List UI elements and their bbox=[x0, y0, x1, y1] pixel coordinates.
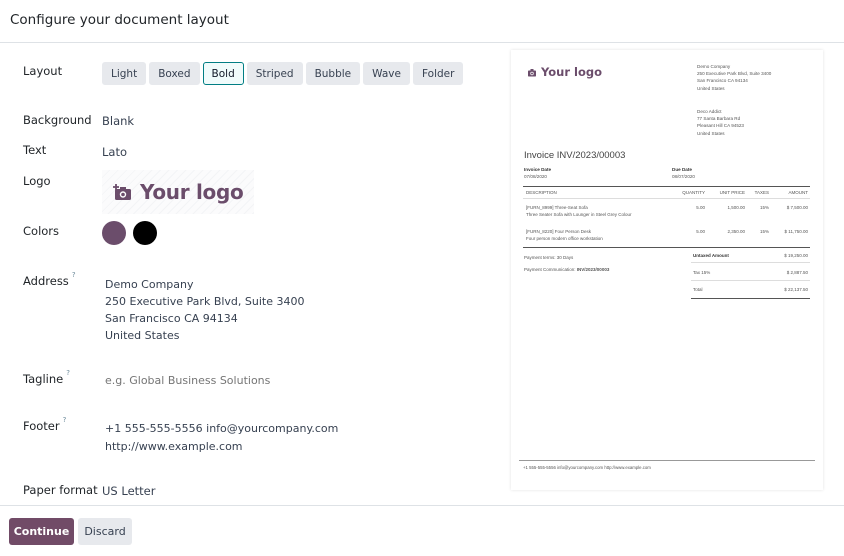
dialog-footer: Continue Discard bbox=[0, 505, 844, 556]
paper-format-label: Paper format bbox=[23, 483, 98, 497]
column-header: QUANTITY bbox=[682, 190, 705, 195]
address-line: San Francisco CA 94134 bbox=[105, 312, 238, 325]
layout-form: Layout Light Boxed Bold Striped Bubble W… bbox=[0, 43, 500, 505]
continue-button[interactable]: Continue bbox=[9, 518, 74, 545]
footer-rule bbox=[519, 460, 815, 461]
totals-value: $ 19,250.00 bbox=[784, 253, 808, 258]
footer-line: +1 555-555-5556 info@yourcompany.com bbox=[105, 422, 339, 435]
address-line: United States bbox=[105, 329, 180, 342]
layout-option-striped[interactable]: Striped bbox=[246, 62, 303, 85]
preview-logo-text: Your logo bbox=[541, 65, 603, 79]
totals-label: Untaxed Amount bbox=[693, 253, 729, 258]
layout-option-wave[interactable]: Wave bbox=[363, 62, 410, 85]
camera-plus-icon bbox=[113, 184, 131, 200]
dialog-header: Configure your document layout bbox=[0, 0, 844, 43]
payment-communication: Payment Communication: INV/2023/00003 bbox=[524, 267, 610, 272]
help-icon[interactable]: ? bbox=[72, 271, 76, 279]
layout-option-light[interactable]: Light bbox=[102, 62, 147, 85]
layout-option-boxed[interactable]: Boxed bbox=[149, 62, 200, 85]
preview-company-address: Demo Company 250 Executive Park Blvd, Su… bbox=[697, 64, 772, 91]
table-top-rule bbox=[523, 186, 810, 187]
logo-upload[interactable]: Your logo bbox=[102, 170, 254, 214]
totals-value: $ 2,887.50 bbox=[786, 270, 808, 275]
address-line: 250 Executive Park Blvd, Suite 3400 bbox=[105, 295, 305, 308]
preview-invoice-title: Invoice INV/2023/00003 bbox=[524, 150, 626, 161]
footer-field[interactable]: +1 555-555-5556 info@yourcompany.com htt… bbox=[105, 420, 338, 456]
document-preview: Your logo Demo Company 250 Executive Par… bbox=[511, 50, 823, 490]
address-field[interactable]: Demo Company 250 Executive Park Blvd, Su… bbox=[105, 276, 304, 344]
payment-terms: Payment terms: 30 Days bbox=[524, 255, 574, 260]
discard-button[interactable]: Discard bbox=[78, 518, 132, 545]
totals-label: Total bbox=[693, 287, 703, 292]
address-label: Address? bbox=[23, 271, 76, 288]
layout-option-bubble[interactable]: Bubble bbox=[305, 62, 361, 85]
column-header: UNIT PRICE bbox=[719, 190, 745, 195]
footer-line: http://www.example.com bbox=[105, 440, 243, 453]
secondary-color-swatch[interactable] bbox=[133, 221, 157, 245]
font-select[interactable]: Lato bbox=[102, 145, 127, 159]
background-label: Background bbox=[23, 113, 92, 127]
preview-due-date: Due Date 08/07/2020 bbox=[672, 167, 695, 179]
address-line: Demo Company bbox=[105, 278, 194, 291]
layout-label: Layout bbox=[23, 64, 63, 78]
primary-color-swatch[interactable] bbox=[102, 221, 126, 245]
divider bbox=[523, 198, 810, 199]
tagline-label: Tagline? bbox=[23, 369, 70, 386]
column-header: AMOUNT bbox=[788, 190, 809, 195]
background-select[interactable]: Blank bbox=[102, 114, 134, 128]
preview-customer-address: Deco Addict 77 Santa Barbara Rd Pleasant… bbox=[697, 109, 744, 136]
layout-options: Light Boxed Bold Striped Bubble Wave Fol… bbox=[102, 62, 464, 85]
divider bbox=[691, 280, 810, 281]
help-icon[interactable]: ? bbox=[63, 416, 67, 424]
table-bottom-rule bbox=[523, 247, 810, 248]
layout-option-bold[interactable]: Bold bbox=[202, 62, 244, 85]
logo-label: Logo bbox=[23, 174, 51, 188]
footer-label: Footer? bbox=[23, 416, 67, 433]
preview-footer: +1 555-555-5556 info@yourcompany.com htt… bbox=[523, 465, 651, 470]
logo-text: Your logo bbox=[140, 180, 244, 204]
help-icon[interactable]: ? bbox=[66, 369, 70, 377]
text-label: Text bbox=[23, 143, 47, 157]
column-header: DESCRIPTION bbox=[526, 190, 557, 195]
paper-format-select[interactable]: US Letter bbox=[102, 484, 155, 498]
totals-rule bbox=[691, 298, 810, 299]
dialog-title: Configure your document layout bbox=[10, 12, 229, 28]
tagline-input[interactable] bbox=[105, 374, 405, 387]
preview-logo: Your logo bbox=[527, 65, 602, 79]
totals-label: Tax 15% bbox=[693, 270, 711, 275]
totals-value: $ 22,137.50 bbox=[784, 287, 808, 292]
divider bbox=[691, 262, 810, 263]
layout-option-folder[interactable]: Folder bbox=[412, 62, 464, 85]
column-header: TAXES bbox=[754, 190, 769, 195]
preview-invoice-date: Invoice Date 07/08/2020 bbox=[524, 167, 552, 179]
colors-label: Colors bbox=[23, 224, 60, 238]
camera-icon bbox=[528, 68, 536, 76]
